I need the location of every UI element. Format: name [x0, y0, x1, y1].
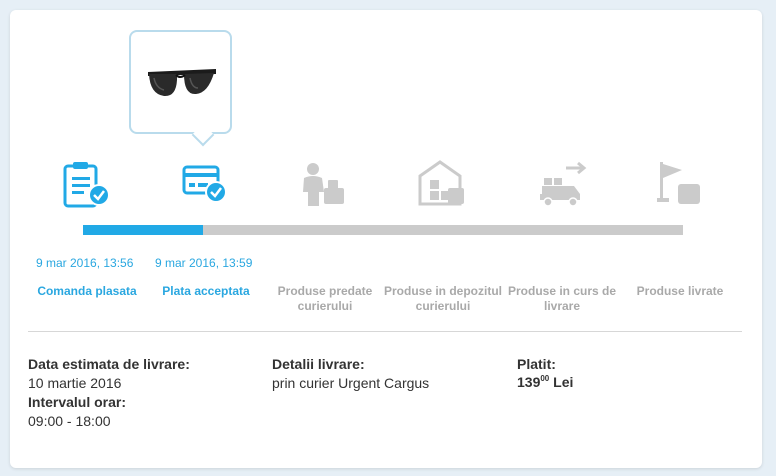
clipboard-check-icon [63, 162, 110, 208]
paid-currency: Lei [553, 374, 574, 390]
step-2-date: 9 mar 2016, 13:59 [155, 256, 253, 270]
step-6-label: Produse livrate [636, 284, 724, 298]
delivery-truck-icon [540, 161, 587, 207]
delivery-details-title: Detalii livrare: [272, 356, 365, 372]
warehouse-icon [418, 160, 464, 206]
delivery-details-value: prin curier Urgent Cargus [272, 375, 430, 391]
courier-handover-icon [303, 163, 344, 206]
paid-decimals: 00 [540, 374, 550, 383]
sunglasses-icon[interactable] [146, 66, 218, 102]
paid-integer: 139 [517, 374, 541, 390]
step-5-label: Produse in curs de livrare [507, 284, 617, 313]
step-1-date: 9 mar 2016, 13:56 [36, 256, 134, 270]
estimated-date-title: Data estimata de livrare: [28, 356, 190, 372]
flag-package-icon [657, 162, 700, 204]
step-3-label: Produse predate curierului [277, 284, 373, 313]
step-4-label: Produse in depozitul curierului [383, 284, 502, 313]
progress-track [83, 225, 683, 235]
credit-card-check-icon [182, 165, 227, 203]
paid-amount: 13900 Lei [517, 374, 573, 390]
progress-fill [83, 225, 203, 235]
estimated-date-value: 10 martie 2016 [28, 375, 122, 391]
paid-title: Platit: [517, 356, 556, 372]
interval-value: 09:00 - 18:00 [28, 413, 111, 429]
divider [28, 331, 742, 332]
step-2-label: Plata acceptata [162, 284, 250, 298]
interval-title: Intervalul orar: [28, 394, 127, 410]
step-1-label: Comanda plasata [37, 284, 137, 298]
